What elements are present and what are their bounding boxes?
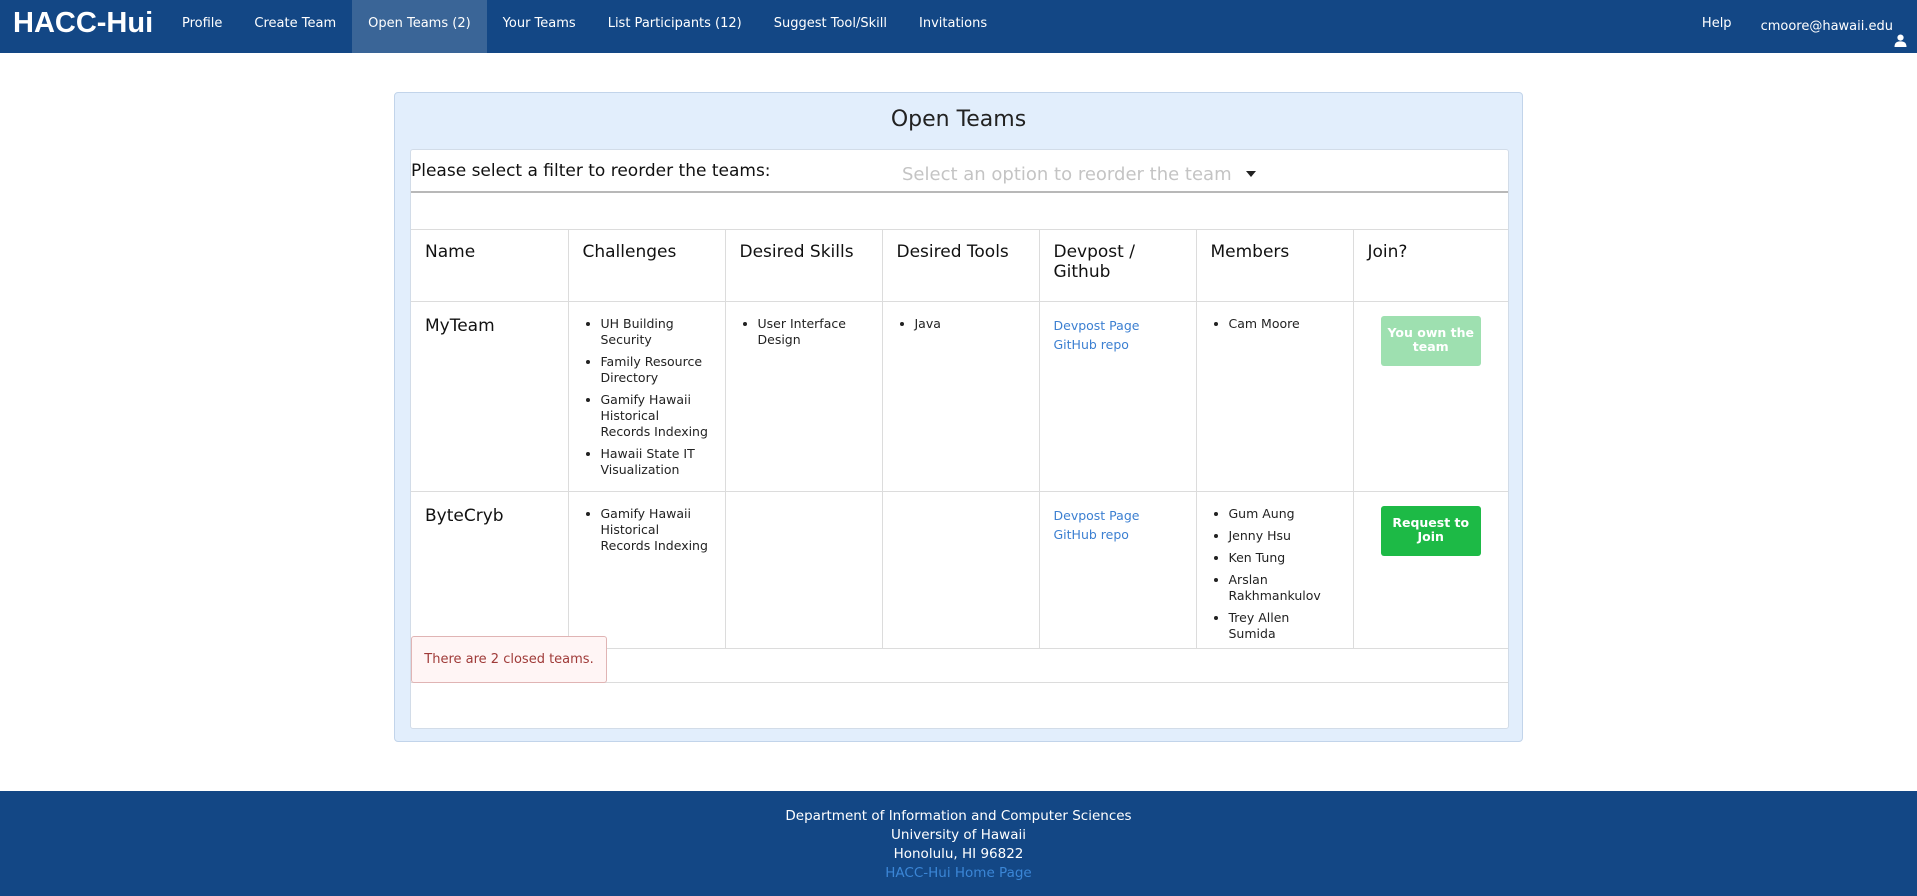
- user-email: cmoore@hawaii.edu: [1760, 18, 1893, 34]
- list-item: Arslan Rakhmankulov: [1229, 572, 1339, 604]
- teams-table: Name Challenges Desired Skills Desired T…: [411, 230, 1508, 649]
- member-list: Cam Moore: [1211, 316, 1339, 332]
- nav-invitations[interactable]: Invitations: [903, 0, 1003, 53]
- teams-card: Please select a filter to reorder the te…: [410, 149, 1509, 729]
- list-item: Java: [915, 316, 1025, 332]
- brand-logo[interactable]: HACC-Hui: [0, 0, 166, 53]
- list-item: Cam Moore: [1229, 316, 1339, 332]
- closed-teams-row: There are 2 closed teams.: [411, 636, 1508, 683]
- header-desired-tools: Desired Tools: [882, 230, 1040, 302]
- header-members: Members: [1196, 230, 1354, 302]
- page-title: Open Teams: [890, 107, 1027, 132]
- list-item: Jenny Hsu: [1229, 528, 1339, 544]
- table-row: MyTeam UH Building Security Family Resou…: [411, 301, 1508, 492]
- list-item: Family Resource Directory: [601, 354, 711, 386]
- top-navbar: HACC-Hui Profile Create Team Open Teams …: [0, 0, 1917, 53]
- header-name: Name: [411, 230, 569, 302]
- header-join: Join?: [1353, 230, 1508, 302]
- nav-create-team[interactable]: Create Team: [238, 0, 352, 53]
- member-list: Gum Aung Jenny Hsu Ken Tung Arslan Rakhm…: [1211, 506, 1339, 642]
- github-link[interactable]: GitHub repo: [1054, 335, 1182, 354]
- team-name: MyTeam: [425, 315, 495, 336]
- filter-row: Please select a filter to reorder the te…: [411, 150, 1508, 193]
- tools-cell-empty: [882, 491, 1040, 649]
- table-header-row: Name Challenges Desired Skills Desired T…: [411, 230, 1508, 302]
- closed-teams-message: There are 2 closed teams.: [411, 636, 607, 683]
- header-desired-skills: Desired Skills: [725, 230, 883, 302]
- header-devpost-github: Devpost / Github: [1039, 230, 1197, 302]
- list-item: Gamify Hawaii Historical Records Indexin…: [601, 506, 711, 554]
- tool-list: Java: [897, 316, 1025, 332]
- devpost-link[interactable]: Devpost Page: [1054, 316, 1182, 335]
- nav-profile[interactable]: Profile: [166, 0, 238, 53]
- list-item: Ken Tung: [1229, 550, 1339, 566]
- footer-address: Honolulu, HI 96822: [893, 846, 1024, 862]
- table-spacer: [411, 194, 1508, 230]
- footer-university: University of Hawaii: [891, 827, 1026, 843]
- nav-list-participants[interactable]: List Participants (12): [592, 0, 758, 53]
- caret-down-icon: [1245, 171, 1256, 177]
- footer: Department of Information and Computer S…: [0, 791, 1917, 896]
- footer-home-link[interactable]: HACC-Hui Home Page: [0, 864, 1917, 883]
- header-challenges: Challenges: [568, 230, 726, 302]
- nav-your-teams[interactable]: Your Teams: [487, 0, 592, 53]
- github-link[interactable]: GitHub repo: [1054, 525, 1182, 544]
- nav-open-teams[interactable]: Open Teams (2): [352, 0, 487, 53]
- table-row: ByteCryb Gamify Hawaii Historical Record…: [411, 491, 1508, 649]
- open-teams-panel: Open Teams Please select a filter to reo…: [394, 92, 1523, 742]
- user-menu[interactable]: cmoore@hawaii.edu: [1747, 0, 1917, 53]
- devpost-link[interactable]: Devpost Page: [1054, 506, 1182, 525]
- team-name: ByteCryb: [425, 505, 504, 526]
- list-item: Hawaii State IT Visualization: [601, 446, 711, 478]
- list-item: UH Building Security: [601, 316, 711, 348]
- skill-list: User Interface Design: [740, 316, 868, 348]
- list-item: Gum Aung: [1229, 506, 1339, 522]
- challenge-list: Gamify Hawaii Historical Records Indexin…: [583, 506, 711, 554]
- nav-help[interactable]: Help: [1686, 0, 1747, 53]
- skills-cell-empty: [725, 491, 883, 649]
- list-item: Gamify Hawaii Historical Records Indexin…: [601, 392, 711, 440]
- reorder-dropdown[interactable]: Select an option to reorder the team: [902, 162, 1262, 186]
- filter-label: Please select a filter to reorder the te…: [411, 161, 771, 181]
- footer-department: Department of Information and Computer S…: [785, 808, 1132, 824]
- request-to-join-button[interactable]: Request to Join: [1380, 505, 1481, 556]
- nav-suggest-tool-skill[interactable]: Suggest Tool/Skill: [758, 0, 903, 53]
- user-icon: [1894, 20, 1907, 47]
- dropdown-placeholder: Select an option to reorder the team: [902, 163, 1232, 185]
- list-item: User Interface Design: [758, 316, 868, 348]
- own-team-button[interactable]: You own the team: [1380, 315, 1481, 366]
- challenge-list: UH Building Security Family Resource Dir…: [583, 316, 711, 478]
